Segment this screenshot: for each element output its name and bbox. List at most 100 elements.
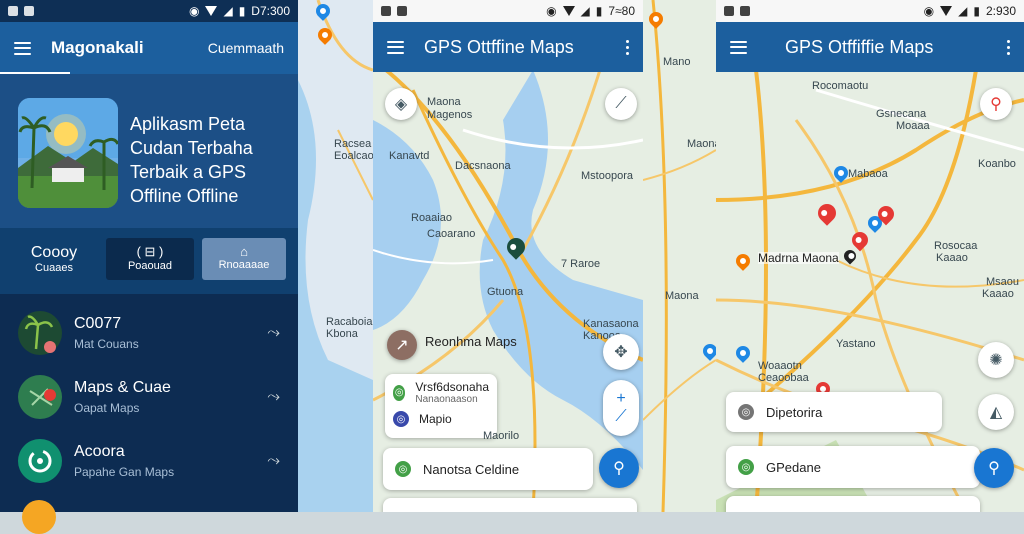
arrow-icon: ⤳ bbox=[267, 452, 280, 469]
item-title: Mapio bbox=[419, 412, 452, 426]
menu-icon[interactable] bbox=[387, 40, 404, 54]
signal-icon: ◢ bbox=[223, 4, 233, 18]
item-title: GPedane bbox=[766, 459, 821, 475]
menu-title: C0077 bbox=[74, 315, 122, 332]
map-label: Gsnecana bbox=[876, 108, 927, 120]
arrow-icon: ⤳ bbox=[267, 388, 280, 405]
bottom-card bbox=[383, 498, 637, 512]
zoom-in-icon[interactable]: + bbox=[616, 390, 625, 408]
menu-title: Maps & Cuae bbox=[74, 379, 171, 396]
navigate-icon[interactable]: ↗ bbox=[387, 330, 417, 360]
sync-icon: ◉ bbox=[923, 4, 935, 18]
map-strip-left: Racsea Eoalcao Racaboia Kbona bbox=[298, 0, 373, 512]
map-label: Rosocaa bbox=[934, 240, 978, 252]
battery-icon: ▮ bbox=[973, 4, 980, 18]
hero-image bbox=[18, 98, 118, 208]
item-title: Dipetorira bbox=[766, 404, 823, 420]
status-time: 7≈80 bbox=[608, 4, 635, 18]
list-item[interactable]: ◎ Dipetorira bbox=[726, 392, 942, 432]
map-label: Yastano bbox=[836, 338, 876, 350]
app-bar: GPS Otffiffie Maps bbox=[716, 22, 1024, 72]
map-label: Maona bbox=[427, 96, 461, 108]
place-icon: ◎ bbox=[393, 411, 409, 427]
tab-poaouad[interactable]: ( ⊟ ) Poaouad bbox=[106, 238, 194, 280]
app-title: GPS Ottffine Maps bbox=[424, 36, 574, 57]
tab-coooy[interactable]: Coooy Cuaaes bbox=[10, 238, 98, 280]
notification-icon bbox=[381, 6, 391, 16]
map-label: Racaboia Kbona bbox=[326, 316, 373, 340]
my-location-icon[interactable]: ⚲ bbox=[599, 448, 639, 488]
menu-item-acoora[interactable]: Acoora Papahe Gan Maps ⤳ bbox=[0, 430, 298, 492]
sun-icon[interactable]: ✺ bbox=[978, 342, 1014, 378]
app-bar: GPS Ottffine Maps bbox=[373, 22, 643, 72]
item-sub: Nanaonaason bbox=[415, 394, 478, 405]
more-options-icon[interactable] bbox=[1007, 39, 1010, 55]
map-label: Moaaa bbox=[896, 120, 930, 132]
map-label: Kanasaona bbox=[583, 318, 639, 330]
tab-label: ⌂ bbox=[240, 244, 248, 259]
list-item[interactable]: ◎ Mapio bbox=[393, 411, 489, 427]
tab-rnoaaaae[interactable]: ⌂ Rnoaaaae bbox=[202, 238, 286, 280]
status-time: D7:300 bbox=[251, 4, 290, 18]
navigation-icon[interactable]: ◭ bbox=[978, 394, 1014, 430]
arrow-icon: ⤳ bbox=[267, 324, 280, 341]
palm-icon bbox=[18, 311, 62, 355]
map-screen-2: ◉ ◢ ▮ 7≈80 GPS Ottffine Maps ◈ ⟋ Maona Mage… bbox=[373, 0, 643, 512]
menu-icon[interactable] bbox=[14, 41, 31, 55]
battery-icon: ▮ bbox=[595, 4, 603, 18]
sync-icon: ◉ bbox=[546, 4, 557, 18]
map-label: Mano bbox=[663, 56, 691, 68]
search-bar[interactable]: ◎ Nanotsa Celdine bbox=[383, 448, 593, 490]
status-bar: ◉ ◢ ▮ D7:300 bbox=[0, 0, 298, 22]
search-place-icon: ◎ bbox=[395, 461, 411, 477]
header-link[interactable]: Cuemmaath bbox=[208, 40, 284, 56]
map-label: Roaaiao bbox=[411, 212, 452, 224]
item-title: Vrsf6dsonaha bbox=[415, 380, 489, 394]
battery-icon: ▮ bbox=[238, 4, 246, 18]
more-options-icon[interactable] bbox=[626, 39, 629, 55]
map-label: Dacsnaona bbox=[455, 160, 511, 172]
map-label: Woaaotn bbox=[758, 360, 802, 372]
map-label: 7 Raroe bbox=[561, 258, 601, 270]
menu-icon[interactable] bbox=[730, 40, 747, 54]
zoom-control[interactable]: + ⟋ bbox=[603, 380, 639, 436]
signal-icon: ◢ bbox=[958, 4, 968, 18]
menu-title: Acoora bbox=[74, 443, 125, 460]
notification-icon bbox=[8, 6, 18, 16]
map-label: Caoarano bbox=[427, 228, 476, 240]
map-label: Mabaoa bbox=[848, 168, 888, 180]
map-label: Mstoopora bbox=[581, 170, 633, 182]
city-label: Madrna Maona bbox=[758, 251, 839, 265]
map-label: Magenos bbox=[427, 109, 473, 121]
app-name: Magonakali bbox=[51, 38, 144, 57]
notification-icon bbox=[397, 6, 407, 16]
search-text: Nanotsa Celdine bbox=[423, 461, 520, 477]
menu-item-c0077[interactable]: C0077 Mat Couans ⤳ bbox=[0, 302, 298, 364]
notification-icon bbox=[740, 6, 750, 16]
list-item[interactable]: ◎ Vrsf6dsonaha Nanaonaason bbox=[393, 380, 489, 405]
compass-icon[interactable]: ⟋ bbox=[605, 88, 637, 120]
menu-item-maps-cuae[interactable]: Maps & Cuae Oapat Maps ⤳ bbox=[0, 366, 298, 428]
my-location-icon[interactable]: ⚲ bbox=[974, 448, 1014, 488]
map-label: Rocomaotu bbox=[812, 80, 869, 92]
map-label: Racsea Eoalcao bbox=[334, 138, 373, 162]
drawer-header: Magonakali Cuemmaath bbox=[0, 22, 298, 74]
bottom-card bbox=[726, 496, 980, 512]
map-label: Maona bbox=[665, 290, 699, 302]
tab-label: Coooy bbox=[30, 244, 78, 261]
notification-icon bbox=[724, 6, 734, 16]
hero-banner: Aplikasm Peta Cudan Terbaha Terbaik a GP… bbox=[0, 74, 298, 228]
wifi-icon bbox=[205, 6, 218, 16]
app-title: GPS Otffiffie Maps bbox=[785, 36, 934, 57]
hero-title: Aplikasm Peta Cudan Terbaha Terbaik a GP… bbox=[130, 114, 253, 206]
layers-icon[interactable]: ◈ bbox=[385, 88, 417, 120]
list-item[interactable]: ◎ GPedane bbox=[726, 446, 980, 488]
map-label: Koanbo bbox=[978, 158, 1016, 170]
location-icon[interactable]: ⚲ bbox=[980, 88, 1012, 120]
refresh-icon bbox=[18, 439, 62, 483]
zoom-out-icon[interactable]: ⟋ bbox=[615, 408, 626, 426]
locate-icon[interactable]: ✥ bbox=[603, 334, 639, 370]
menu-sub: Mat Couans bbox=[74, 337, 139, 351]
menu-sub: Oapat Maps bbox=[74, 401, 140, 415]
map-label: Gtuona bbox=[487, 286, 524, 298]
